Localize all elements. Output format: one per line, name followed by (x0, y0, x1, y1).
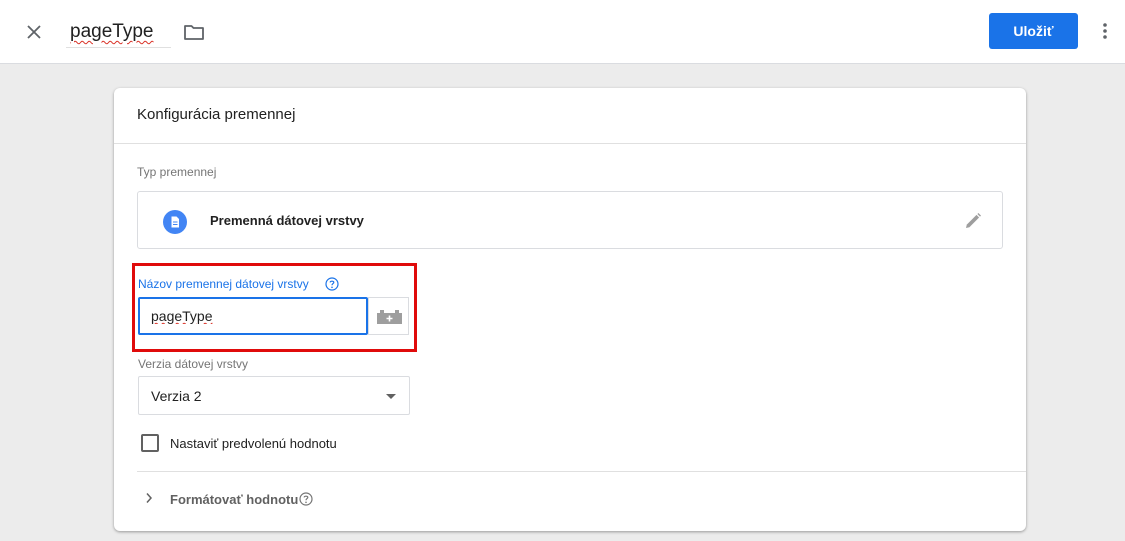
top-bar: pageType Uložiť (0, 0, 1125, 64)
format-value-label: Formátovať hodnotu (170, 492, 299, 507)
variable-configuration-card: Konfigurácia premennej Typ premennej Pre… (114, 88, 1026, 531)
datalayer-version-value: Verzia 2 (151, 388, 202, 404)
variable-type-name: Premenná dátovej vrstvy (210, 213, 364, 228)
close-icon[interactable] (22, 20, 46, 44)
variable-name-title[interactable]: pageType (70, 21, 153, 43)
datalayer-version-label: Verzia dátovej vrstvy (138, 357, 249, 371)
variable-type-label: Typ premennej (137, 165, 217, 179)
card-header: Konfigurácia premennej (114, 88, 1026, 144)
card-title: Konfigurácia premennej (137, 106, 296, 123)
pencil-icon[interactable] (962, 210, 984, 232)
variable-name-title-field[interactable]: pageType (66, 18, 171, 48)
more-vert-icon[interactable] (1093, 19, 1117, 43)
datalayer-version-select[interactable]: Verzia 2 (138, 376, 410, 415)
divider (137, 471, 1026, 472)
variable-type-selector[interactable]: Premenná dátovej vrstvy (137, 191, 1003, 249)
document-icon (163, 210, 187, 234)
variable-picker-icon (377, 310, 402, 324)
help-icon[interactable] (299, 492, 313, 506)
help-icon[interactable] (325, 277, 339, 291)
format-value-expander[interactable]: Formátovať hodnotu (137, 482, 387, 514)
folder-icon[interactable] (182, 20, 206, 44)
datalayer-variable-name-label: Názov premennej dátovej vrstvy (138, 277, 309, 291)
default-value-checkbox[interactable] (141, 434, 159, 452)
dropdown-arrow-icon (386, 394, 396, 399)
variable-picker-button[interactable] (368, 297, 409, 335)
save-button[interactable]: Uložiť (989, 13, 1078, 49)
chevron-right-icon (141, 490, 157, 506)
default-value-checkbox-label[interactable]: Nastaviť predvolenú hodnotu (170, 436, 337, 451)
datalayer-variable-name-input[interactable] (138, 297, 368, 335)
